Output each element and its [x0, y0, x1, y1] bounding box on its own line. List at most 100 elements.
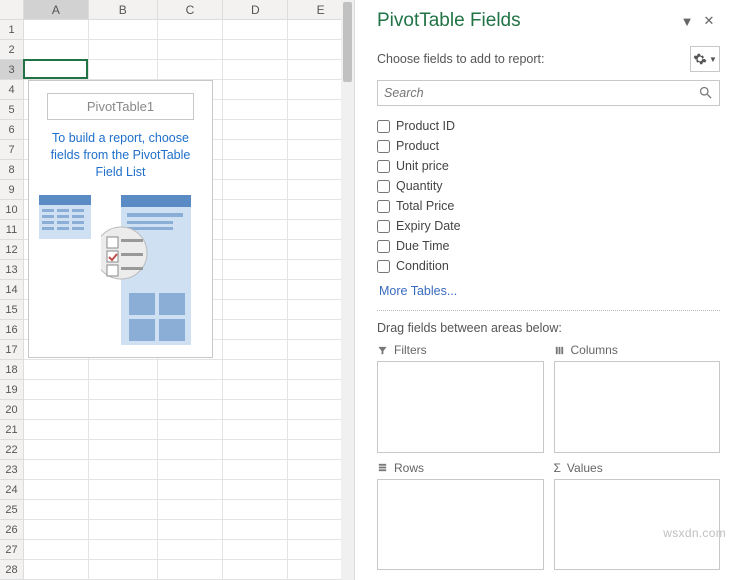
cell[interactable] [223, 160, 288, 180]
cell[interactable] [158, 500, 224, 520]
cell[interactable] [24, 60, 89, 80]
cell[interactable] [223, 180, 288, 200]
column-header[interactable]: B [89, 0, 158, 20]
cell[interactable] [24, 560, 89, 580]
row-header[interactable]: 11 [0, 220, 24, 240]
cell[interactable] [223, 240, 288, 260]
cell[interactable] [24, 40, 89, 60]
row-header[interactable]: 10 [0, 200, 24, 220]
row-header[interactable]: 7 [0, 140, 24, 160]
cell[interactable] [223, 20, 288, 40]
cell[interactable] [24, 520, 89, 540]
cell[interactable] [223, 300, 288, 320]
field-item[interactable]: Quantity [377, 178, 720, 194]
row-header[interactable]: 25 [0, 500, 24, 520]
cell[interactable] [223, 60, 288, 80]
cell[interactable] [223, 140, 288, 160]
close-icon[interactable]: ✕ [698, 13, 720, 29]
panel-menu-button[interactable]: ▼ [676, 14, 698, 29]
cell[interactable] [24, 480, 89, 500]
row-header[interactable]: 4 [0, 80, 24, 100]
column-header[interactable]: A [24, 0, 89, 20]
cell[interactable] [89, 560, 158, 580]
field-checkbox[interactable] [377, 160, 390, 173]
row-header[interactable]: 26 [0, 520, 24, 540]
cell[interactable] [89, 540, 158, 560]
cell[interactable] [89, 500, 158, 520]
cell[interactable] [24, 500, 89, 520]
cell[interactable] [158, 40, 224, 60]
cell[interactable] [223, 460, 288, 480]
row-header[interactable]: 5 [0, 100, 24, 120]
row-header[interactable]: 3 [0, 60, 24, 80]
field-item[interactable]: Unit price [377, 158, 720, 174]
row-header[interactable]: 15 [0, 300, 24, 320]
cell[interactable] [89, 520, 158, 540]
cell[interactable] [24, 540, 89, 560]
row-header[interactable]: 20 [0, 400, 24, 420]
field-checkbox[interactable] [377, 220, 390, 233]
cell[interactable] [158, 460, 224, 480]
columns-area[interactable]: Columns [554, 343, 721, 453]
cell[interactable] [89, 440, 158, 460]
row-header[interactable]: 23 [0, 460, 24, 480]
cell[interactable] [223, 480, 288, 500]
cell[interactable] [158, 520, 224, 540]
cell[interactable] [158, 400, 224, 420]
field-checkbox[interactable] [377, 140, 390, 153]
field-checkbox[interactable] [377, 180, 390, 193]
cell[interactable] [223, 200, 288, 220]
row-header[interactable]: 18 [0, 360, 24, 380]
cell[interactable] [223, 280, 288, 300]
field-item[interactable]: Total Price [377, 198, 720, 214]
row-header[interactable]: 12 [0, 240, 24, 260]
search-box[interactable] [377, 80, 720, 106]
cell[interactable] [223, 340, 288, 360]
tools-button[interactable]: ▼ [690, 46, 720, 72]
rows-area[interactable]: Rows [377, 461, 544, 571]
cell[interactable] [24, 20, 89, 40]
cell[interactable] [158, 20, 224, 40]
row-header[interactable]: 28 [0, 560, 24, 580]
row-header[interactable]: 16 [0, 320, 24, 340]
cell[interactable] [24, 380, 89, 400]
cell[interactable] [158, 540, 224, 560]
row-header[interactable]: 13 [0, 260, 24, 280]
row-header[interactable]: 6 [0, 120, 24, 140]
cell[interactable] [24, 420, 89, 440]
column-header[interactable]: C [158, 0, 224, 20]
cell[interactable] [223, 260, 288, 280]
cell[interactable] [223, 560, 288, 580]
cell[interactable] [158, 440, 224, 460]
cell[interactable] [158, 360, 224, 380]
row-header[interactable]: 8 [0, 160, 24, 180]
row-header[interactable]: 14 [0, 280, 24, 300]
cell[interactable] [223, 360, 288, 380]
row-header[interactable]: 22 [0, 440, 24, 460]
field-item[interactable]: Condition [377, 258, 720, 274]
cell[interactable] [89, 360, 158, 380]
cell[interactable] [24, 440, 89, 460]
select-all-corner[interactable] [0, 0, 24, 20]
field-checkbox[interactable] [377, 240, 390, 253]
more-tables-link[interactable]: More Tables... [377, 284, 720, 298]
row-header[interactable]: 17 [0, 340, 24, 360]
field-item[interactable]: Product [377, 138, 720, 154]
cell[interactable] [223, 400, 288, 420]
field-item[interactable]: Product ID [377, 118, 720, 134]
row-header[interactable]: 27 [0, 540, 24, 560]
cell[interactable] [89, 60, 158, 80]
row-header[interactable]: 9 [0, 180, 24, 200]
cell[interactable] [223, 420, 288, 440]
cell[interactable] [158, 560, 224, 580]
cell[interactable] [158, 60, 224, 80]
cell[interactable] [223, 540, 288, 560]
filters-area[interactable]: Filters [377, 343, 544, 453]
cell[interactable] [223, 100, 288, 120]
cell[interactable] [89, 400, 158, 420]
row-header[interactable]: 19 [0, 380, 24, 400]
cell[interactable] [89, 380, 158, 400]
cell[interactable] [223, 380, 288, 400]
row-header[interactable]: 2 [0, 40, 24, 60]
cell[interactable] [223, 40, 288, 60]
